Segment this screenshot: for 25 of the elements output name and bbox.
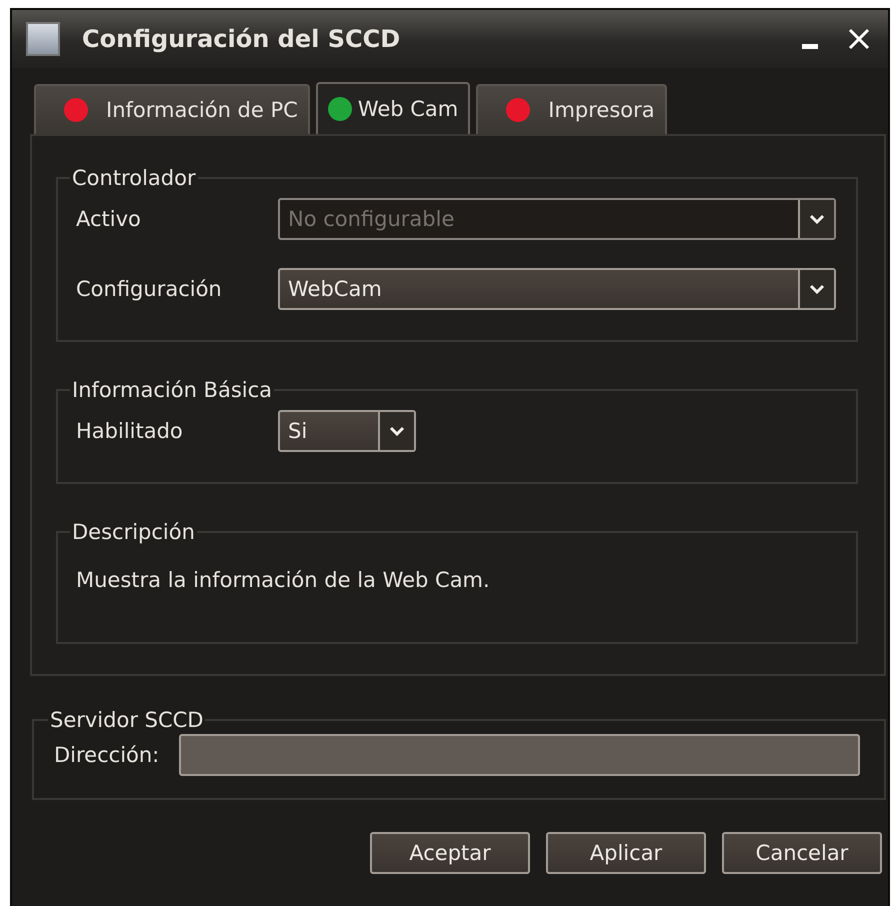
address-field[interactable] <box>179 734 860 776</box>
field-label: Activo <box>76 207 142 231</box>
field-label: Habilitado <box>76 419 184 443</box>
tab[interactable]: Impresora <box>476 84 667 134</box>
dialog-button[interactable]: Aceptar <box>370 832 530 874</box>
tab[interactable]: Información de PC <box>34 84 310 134</box>
group-title: Controlador <box>71 166 197 190</box>
group-title: Servidor SCCD <box>49 708 204 732</box>
dropdown[interactable]: WebCam <box>278 268 836 310</box>
window-title: Configuración del SCCD <box>82 25 402 53</box>
close-icon <box>848 28 870 50</box>
chevron-down-icon <box>809 283 825 295</box>
group-title: Descripción <box>71 520 196 544</box>
dropdown[interactable]: Si <box>278 410 416 452</box>
chevron-down-icon <box>389 425 405 437</box>
group-title: Información Básica <box>71 378 274 402</box>
dialog-button[interactable]: Cancelar <box>722 832 882 874</box>
field-label: Dirección: <box>54 743 160 767</box>
dialog-button[interactable]: Aplicar <box>546 832 706 874</box>
tab[interactable]: Web Cam <box>316 82 470 134</box>
minimize-icon <box>802 44 818 48</box>
chevron-down-icon <box>809 213 825 225</box>
field-label: Configuración <box>76 277 223 301</box>
app-icon <box>26 22 60 56</box>
description-text: Muestra la información de la Web Cam. <box>76 567 491 594</box>
